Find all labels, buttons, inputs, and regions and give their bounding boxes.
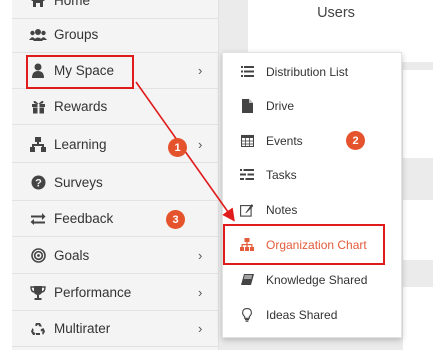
step-badge-2: 2 (346, 131, 365, 150)
annotation-arrow (135, 81, 235, 222)
step-badge-3: 3 (166, 210, 185, 229)
step-badge-1: 1 (168, 138, 187, 157)
